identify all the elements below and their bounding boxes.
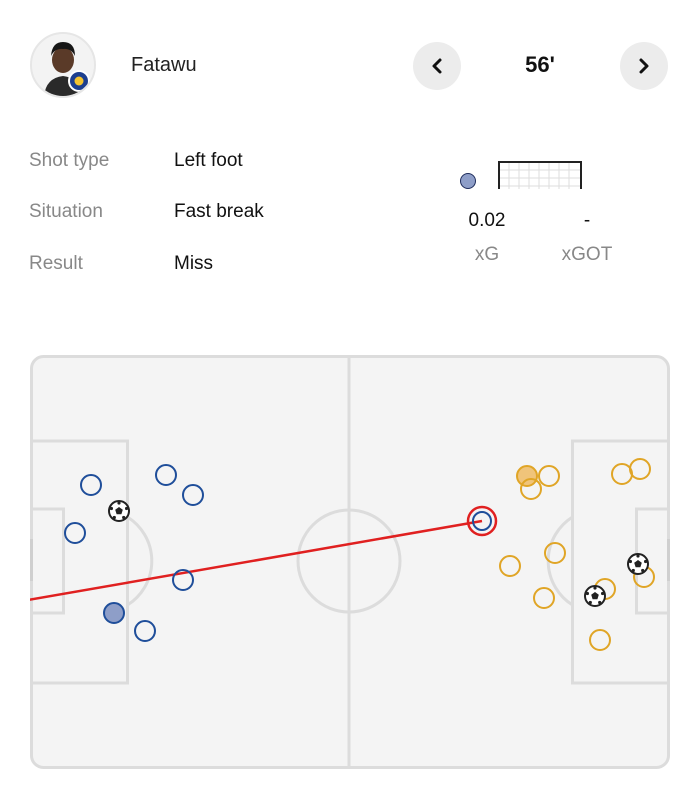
- shot-type-label: Shot type: [29, 150, 110, 171]
- ball-icon: [108, 500, 130, 522]
- ball-icon: [627, 553, 649, 575]
- ball-icon: [584, 585, 606, 607]
- xg-label: xG: [474, 244, 500, 265]
- shot-type-value: Left foot: [174, 150, 243, 171]
- xg-value: 0.02: [468, 210, 506, 231]
- pitch-map: [30, 355, 670, 769]
- situation-label: Situation: [29, 201, 103, 222]
- xgot-value: -: [583, 210, 591, 231]
- situation-value: Fast break: [174, 201, 264, 222]
- xgot-label: xGOT: [561, 244, 613, 265]
- chevron-left-icon: [432, 58, 442, 74]
- home-goalkeeper: [103, 602, 125, 624]
- next-shot-button[interactable]: [620, 42, 668, 90]
- previous-shot-button[interactable]: [413, 42, 461, 90]
- shot-minute: 56': [525, 52, 555, 77]
- player-avatar: [30, 32, 96, 98]
- chevron-right-icon: [639, 58, 649, 74]
- result-label: Result: [29, 253, 83, 274]
- result-value: Miss: [174, 253, 214, 274]
- goal-icon: [498, 161, 582, 189]
- player-name[interactable]: Fatawu: [131, 54, 197, 77]
- away-goalkeeper: [516, 465, 538, 487]
- shot-marker-icon: [460, 173, 476, 189]
